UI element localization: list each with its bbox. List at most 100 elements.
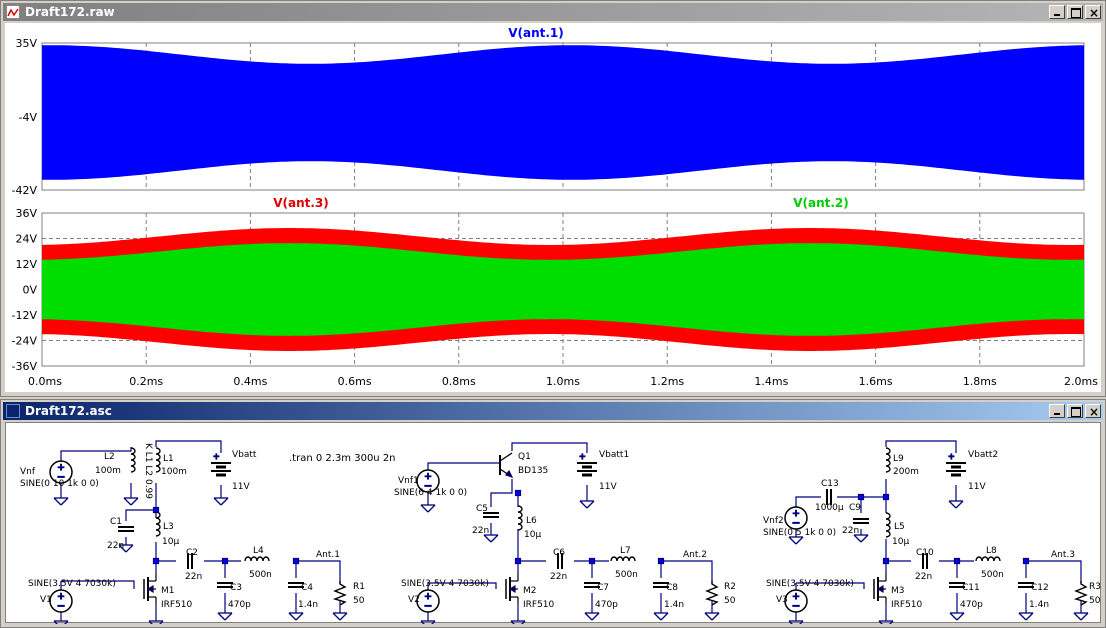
maximize-button[interactable] [1067,404,1083,418]
ground-icon [213,497,229,506]
v1-gate-source: SINE(3.5V 4 7030k) [28,579,116,589]
x-tick-10: 2.0ms [1064,375,1098,388]
l2-label: L2 [104,452,115,462]
x-tick-4: 0.8ms [442,375,476,388]
x-tick-0: 0.0ms [28,375,62,388]
ground-icon [788,620,804,624]
junction-dot [1022,557,1030,565]
ant1-net-label: Ant.1 [316,550,340,560]
schematic-canvas[interactable]: +− + .tran 0 2.3m 300u 2n [5,422,1102,624]
schematic-window: Draft172.asc × +− + .tran 0 2.3m 3 [0,399,1106,628]
c12-label: C12 [1031,583,1049,593]
m1-model: IRF510 [161,600,193,610]
l8-inductor[interactable] [975,556,1001,562]
waveform-titlebar[interactable]: Draft172.raw × [3,3,1103,21]
trace-ant1[interactable] [42,45,1084,180]
top-y-tick-1: -4V [19,111,38,124]
bottom-y-tick-6: -36V [12,360,38,373]
v2-source[interactable] [416,589,440,613]
c9-label: C9 [849,503,861,513]
c8-label: C8 [666,583,678,593]
waveform-svg[interactable]: V(ant.1) 35V -4V -42V V(ant.3) V(ant.2) … [5,23,1103,394]
l6-value: 10µ [524,530,541,540]
maximize-icon [1071,8,1081,18]
v1-source[interactable] [49,589,73,613]
minimize-button[interactable] [1049,404,1065,418]
ground-icon [53,497,69,506]
c9-capacitor[interactable] [852,518,870,524]
minimize-button[interactable] [1049,5,1065,19]
ground-icon [653,612,669,621]
r1-label: R1 [353,582,365,592]
l4-inductor[interactable] [244,556,270,562]
maximize-button[interactable] [1067,5,1083,19]
ground-icon [1073,612,1089,621]
c1-capacitor[interactable] [117,526,135,532]
c10-label: C10 [916,548,934,558]
c7-label: C7 [597,583,609,593]
bottom-y-tick-3: 0V [22,284,37,297]
vbatt1-battery[interactable] [575,450,599,477]
maximize-icon [1071,407,1081,417]
l2-inductor[interactable] [130,447,136,473]
close-button[interactable]: × [1085,404,1101,419]
trace-label-ant2[interactable]: V(ant.2) [793,196,849,210]
c7-value: 470p [595,600,618,610]
top-y-tick-0: 35V [15,37,37,50]
c13-label: C13 [821,479,839,489]
l5-inductor[interactable] [885,512,891,538]
x-tick-9: 1.8ms [963,375,997,388]
c5-value: 22n [472,526,489,536]
c3-label: C3 [230,583,242,593]
junction-dot [292,557,300,565]
c6-value: 22n [550,572,567,582]
l9-inductor[interactable] [885,447,891,473]
l2-value: 100m [95,466,121,476]
ground-icon [584,612,600,621]
l1-inductor[interactable] [155,447,161,473]
c8-value: 1.4n [664,600,684,610]
c3-value: 470p [228,600,251,610]
m3-model: IRF510 [891,600,923,610]
junction-dot [882,493,890,501]
ground-icon [53,620,69,624]
l6-label: L6 [526,516,537,526]
ground-icon [579,500,595,509]
trace-label-ant1[interactable]: V(ant.1) [508,26,564,40]
vbatt2-label: Vbatt2 [968,450,998,460]
trace-label-ant3[interactable]: V(ant.3) [273,196,329,210]
junction-dot [152,557,160,565]
vbatt-label: Vbatt [232,450,257,460]
schematic-svg[interactable]: +− + .tran 0 2.3m 300u 2n [6,423,1102,624]
q1-transistor[interactable] [499,452,513,478]
v2-gate-source: SINE(3.5V 4 7030k) [401,579,489,589]
junction-dot [857,493,865,501]
junction-dot [882,557,890,565]
c4-value: 1.4n [298,600,318,610]
tran-directive[interactable]: .tran 0 2.3m 300u 2n [289,453,396,464]
v3-source[interactable] [784,589,808,613]
m1-label: M1 [161,586,175,596]
junction-dot [221,557,229,565]
junction-dot [514,557,522,565]
l8-label: L8 [986,546,997,556]
vbatt-battery[interactable] [209,450,233,477]
m1-mosfet[interactable] [143,572,157,606]
l4-label: L4 [253,546,264,556]
l7-inductor[interactable] [610,556,636,562]
waveform-plot-area[interactable]: V(ant.1) 35V -4V -42V V(ant.3) V(ant.2) … [5,23,1101,392]
c4-label: C4 [301,583,313,593]
schematic-titlebar[interactable]: Draft172.asc × [3,402,1103,420]
ground-icon [420,620,436,624]
bottom-y-tick-2: 12V [15,258,37,271]
l6-inductor[interactable] [517,505,523,531]
vbatt2-battery[interactable] [944,450,968,477]
close-button[interactable]: × [1085,5,1101,20]
ground-icon [788,536,804,545]
m3-mosfet[interactable] [873,572,887,606]
vnf2-source[interactable] [784,506,808,530]
c5-label: C5 [476,504,488,514]
m2-model: IRF510 [523,600,555,610]
c6-label: C6 [553,548,565,558]
m2-mosfet[interactable] [505,572,519,606]
